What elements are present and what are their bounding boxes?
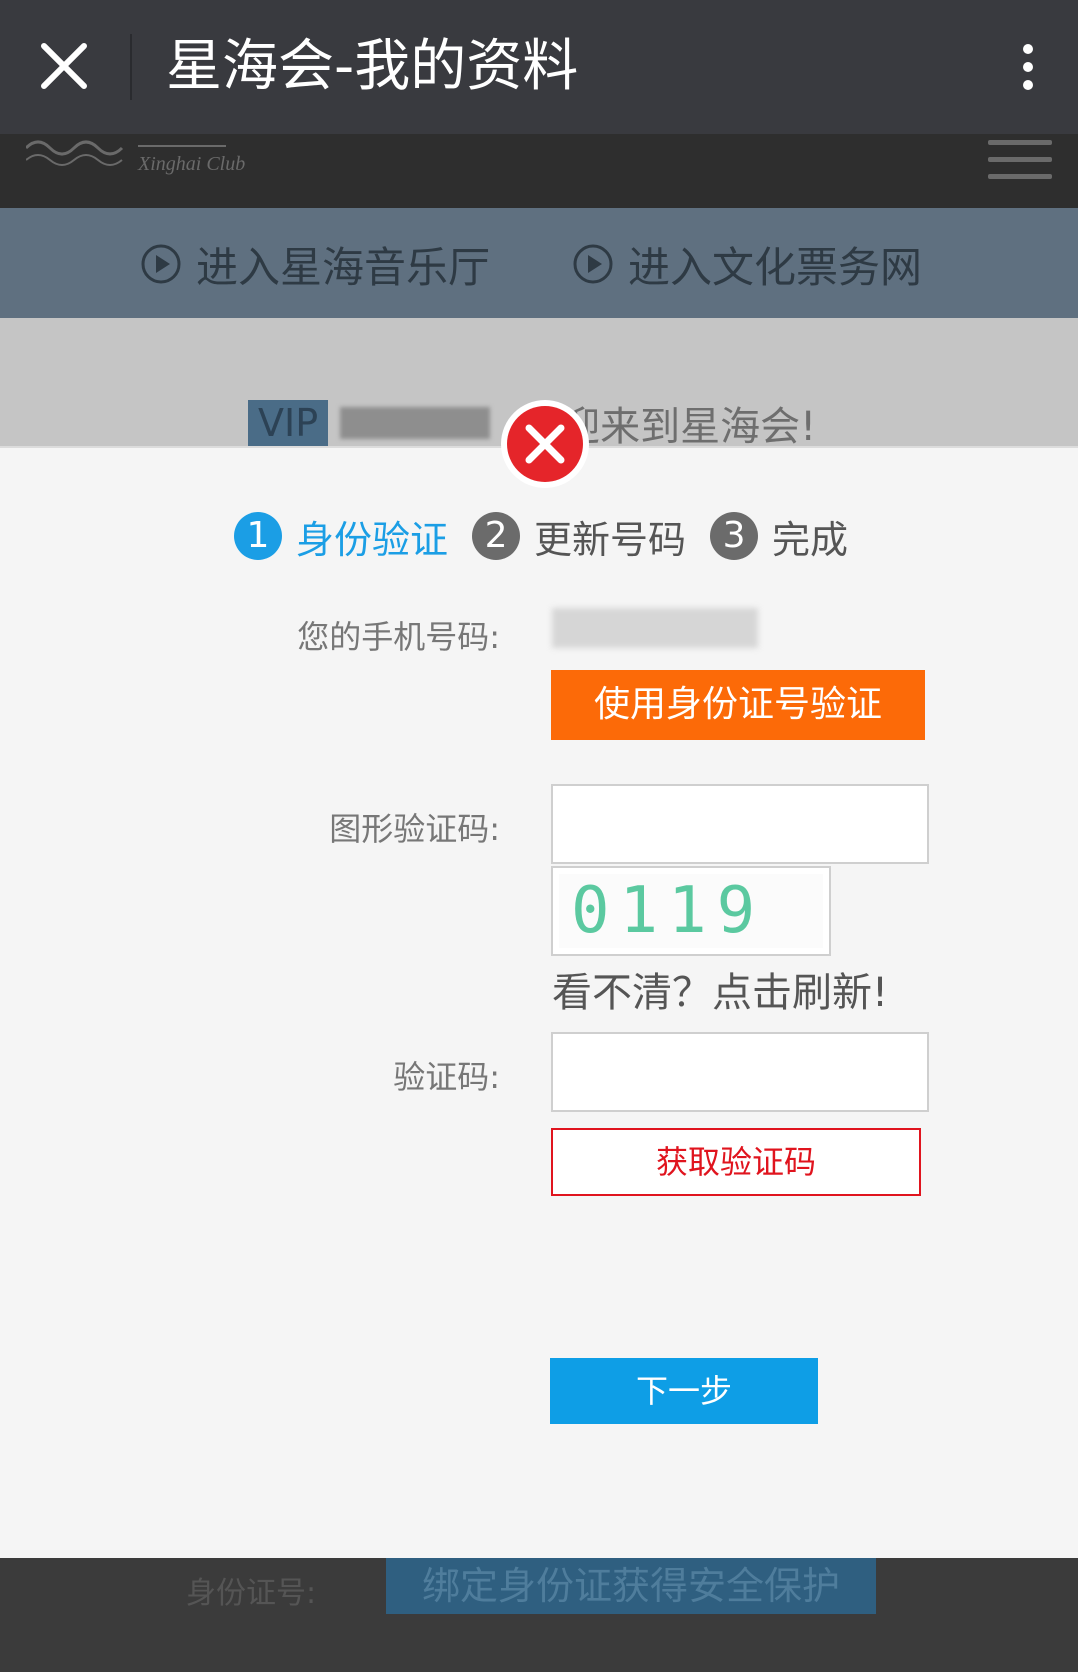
phone-label: 您的手机号码:	[297, 618, 500, 656]
step-number: 2	[472, 512, 521, 560]
page-bottom: 身份证号: 绑定身份证获得安全保护	[0, 1558, 1078, 1672]
step-label: 身份验证	[296, 517, 449, 562]
close-icon[interactable]	[28, 30, 100, 102]
id-number-label: 身份证号:	[186, 1576, 317, 1611]
blurred-phone-number	[552, 608, 758, 648]
code-label: 验证码:	[393, 1058, 500, 1096]
verification-dialog: 1 身份验证 2 更新号码 3 完成 您的手机号码: 使用身份证号验证 图形验证…	[0, 446, 1078, 1558]
title-bar: 星海会-我的资料	[0, 0, 1078, 134]
step-label: 更新号码	[534, 517, 687, 562]
step-number: 3	[710, 512, 759, 560]
blurred-username	[340, 407, 491, 439]
captcha-label: 图形验证码:	[329, 810, 500, 848]
play-circle-icon	[141, 244, 181, 284]
vip-badge: VIP	[248, 400, 329, 446]
step-complete: 3 完成	[710, 509, 848, 564]
site-header: Xinghai Club	[0, 134, 1078, 208]
error-icon	[499, 398, 591, 490]
link-label: 进入文化票务网	[628, 242, 923, 292]
play-circle-icon	[573, 244, 613, 284]
link-ticketing[interactable]: 进入文化票务网	[572, 236, 922, 292]
link-music-hall[interactable]: 进入星海音乐厅	[140, 236, 490, 292]
step-identity: 1 身份验证	[234, 509, 448, 564]
step-label: 完成	[772, 517, 849, 562]
site-logo: Xinghai Club	[24, 130, 256, 190]
divider	[130, 34, 132, 100]
window-title: 星海会-我的资料	[166, 34, 579, 99]
step-indicator: 1 身份验证 2 更新号码 3 完成	[234, 508, 872, 564]
next-button[interactable]: 下一步	[550, 1358, 818, 1424]
link-label: 进入星海音乐厅	[196, 242, 491, 292]
bind-id-button[interactable]: 绑定身份证获得安全保护	[386, 1558, 876, 1614]
code-input[interactable]	[551, 1032, 929, 1112]
captcha-image[interactable]: 0119	[551, 866, 831, 956]
id-verify-button[interactable]: 使用身份证号验证	[551, 670, 925, 740]
menu-icon[interactable]	[988, 140, 1052, 180]
svg-text:Xinghai Club: Xinghai Club	[137, 153, 245, 175]
links-bar: 进入星海音乐厅 进入文化票务网	[0, 208, 1078, 318]
refresh-captcha-link[interactable]: 看不清？点击刷新!	[552, 960, 888, 1018]
more-vertical-icon[interactable]	[1008, 38, 1048, 98]
get-code-button[interactable]: 获取验证码	[551, 1128, 921, 1196]
step-number: 1	[234, 512, 282, 560]
captcha-text: 0119	[559, 874, 823, 948]
captcha-input[interactable]	[551, 784, 929, 864]
step-update-number: 2 更新号码	[472, 509, 686, 564]
